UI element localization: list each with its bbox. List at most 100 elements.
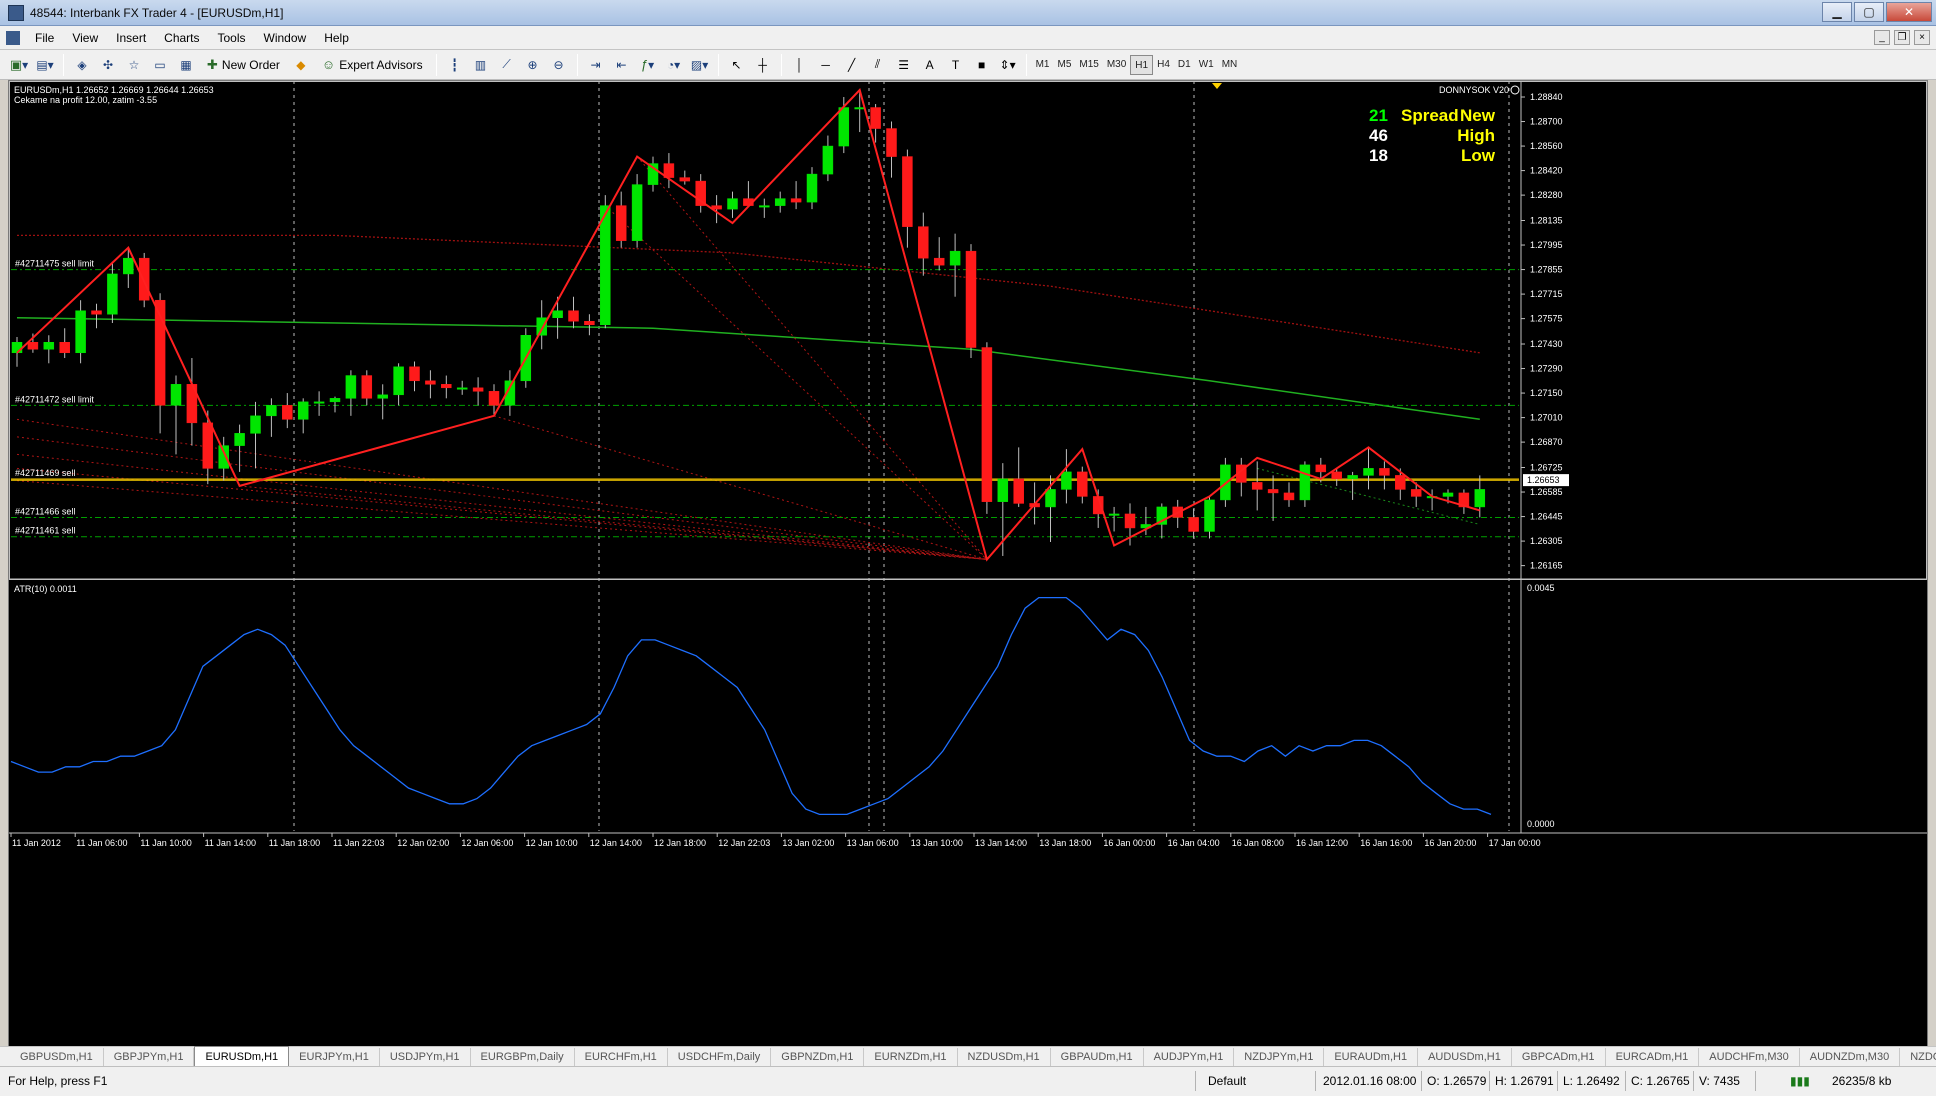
chart-tab[interactable]: GBPCADm,H1 bbox=[1512, 1048, 1606, 1066]
candle-body[interactable] bbox=[981, 347, 993, 502]
new-order-button[interactable]: ✚ New Order bbox=[201, 54, 286, 76]
candle-body[interactable] bbox=[679, 177, 691, 182]
candle-body[interactable] bbox=[854, 107, 865, 110]
candle-body[interactable] bbox=[1299, 464, 1311, 501]
candle-body[interactable] bbox=[1077, 471, 1088, 497]
candle-body[interactable] bbox=[1267, 489, 1279, 494]
candle-body[interactable] bbox=[1108, 513, 1120, 516]
candle-body[interactable] bbox=[123, 257, 134, 275]
chart-tab[interactable]: EURCHFm,H1 bbox=[575, 1048, 668, 1066]
candle-body[interactable] bbox=[107, 273, 118, 315]
candle-body[interactable] bbox=[345, 375, 357, 399]
timeframe-mn[interactable]: MN bbox=[1218, 55, 1242, 75]
chart-shift-icon[interactable]: ⇤ bbox=[611, 54, 633, 76]
candle-body[interactable] bbox=[1395, 475, 1406, 490]
candle-body[interactable] bbox=[75, 310, 86, 354]
chart-tab[interactable]: NZDJPYm,H1 bbox=[1234, 1048, 1325, 1066]
candle-body[interactable] bbox=[774, 198, 786, 206]
candle-body[interactable] bbox=[441, 384, 452, 389]
text-icon[interactable]: A bbox=[919, 54, 941, 76]
menu-tools[interactable]: Tools bbox=[209, 26, 255, 50]
chart-tab[interactable]: EURGBPm,Daily bbox=[471, 1048, 575, 1066]
market-watch-icon[interactable]: ◈ bbox=[71, 54, 93, 76]
chart-tab[interactable]: GBPUSDm,H1 bbox=[10, 1048, 104, 1066]
candle-body[interactable] bbox=[329, 398, 341, 403]
candle-body[interactable] bbox=[266, 405, 277, 417]
candle-body[interactable] bbox=[202, 422, 214, 469]
price-chart[interactable]: #42711475 sell limit #42711472 sell limit… bbox=[9, 81, 1927, 1053]
candle-body[interactable] bbox=[27, 342, 39, 350]
candle-body[interactable] bbox=[1442, 492, 1454, 497]
equidistant-channel-icon[interactable]: ⫽ bbox=[867, 54, 889, 76]
menu-charts[interactable]: Charts bbox=[155, 26, 208, 50]
candle-body[interactable] bbox=[1061, 471, 1072, 490]
candle-body[interactable] bbox=[822, 145, 834, 175]
menu-help[interactable]: Help bbox=[315, 26, 358, 50]
candle-body[interactable] bbox=[1315, 464, 1327, 473]
timeframe-d1[interactable]: D1 bbox=[1174, 55, 1195, 75]
cursor-icon[interactable]: ↖ bbox=[726, 54, 748, 76]
rectangle-icon[interactable]: ■ bbox=[971, 54, 993, 76]
chart-tab[interactable]: AUDCHFm,M30 bbox=[1699, 1048, 1800, 1066]
candle-body[interactable] bbox=[456, 387, 468, 390]
chart-window-icon[interactable] bbox=[6, 30, 20, 45]
chart-tab[interactable]: AUDJPYm,H1 bbox=[1144, 1048, 1235, 1066]
candle-body[interactable] bbox=[425, 380, 436, 385]
candle-body[interactable] bbox=[949, 250, 961, 266]
zoom-out-icon[interactable]: ⊖ bbox=[548, 54, 570, 76]
crosshair-icon[interactable]: ┼ bbox=[752, 54, 774, 76]
chart-minimize-button[interactable]: _ bbox=[1874, 30, 1890, 45]
chart-tab[interactable]: EURJPYm,H1 bbox=[289, 1048, 380, 1066]
candle-body[interactable] bbox=[631, 184, 643, 241]
menu-file[interactable]: File bbox=[26, 26, 63, 50]
candle-body[interactable] bbox=[1251, 482, 1263, 490]
timeframe-m5[interactable]: M5 bbox=[1053, 55, 1075, 75]
candle-body[interactable] bbox=[536, 317, 547, 336]
text-label-icon[interactable]: T bbox=[945, 54, 967, 76]
candle-body[interactable] bbox=[1013, 478, 1024, 504]
chart-tab[interactable]: USDCHFm,Daily bbox=[668, 1048, 772, 1066]
new-chart-icon[interactable]: ▣ ▾ bbox=[8, 54, 30, 76]
metaeditor-icon[interactable]: ◆ bbox=[290, 54, 312, 76]
fibonacci-icon[interactable]: ☰ bbox=[893, 54, 915, 76]
candle-body[interactable] bbox=[297, 401, 309, 420]
terminal-icon[interactable]: ▭ bbox=[149, 54, 171, 76]
expert-advisors-button[interactable]: ☺ Expert Advisors bbox=[316, 54, 429, 76]
menu-view[interactable]: View bbox=[63, 26, 107, 50]
candle-body[interactable] bbox=[997, 478, 1009, 502]
profiles-icon[interactable]: ▤▾ bbox=[34, 54, 56, 76]
close-button[interactable]: ✕ bbox=[1886, 2, 1932, 22]
timeframe-h1[interactable]: H1 bbox=[1130, 54, 1154, 75]
candle-body[interactable] bbox=[759, 205, 770, 208]
navigator-icon[interactable]: ☆ bbox=[123, 54, 145, 76]
candle-body[interactable] bbox=[933, 257, 945, 266]
chart-tab[interactable]: EURNZDm,H1 bbox=[864, 1048, 958, 1066]
chart-tab[interactable]: EURCADm,H1 bbox=[1606, 1048, 1700, 1066]
candle-body[interactable] bbox=[918, 226, 929, 259]
timeframe-w1[interactable]: W1 bbox=[1195, 55, 1218, 75]
candle-body[interactable] bbox=[409, 366, 420, 382]
candle-body[interactable] bbox=[138, 257, 150, 301]
candle-body[interactable] bbox=[1124, 513, 1136, 529]
bar-chart-icon[interactable]: ┇ bbox=[444, 54, 466, 76]
candle-body[interactable] bbox=[11, 342, 23, 354]
vertical-line-icon[interactable]: │ bbox=[789, 54, 811, 76]
candle-body[interactable] bbox=[488, 391, 500, 406]
candle-body[interactable] bbox=[615, 205, 627, 241]
candle-body[interactable] bbox=[1283, 492, 1295, 501]
horizontal-line-icon[interactable]: ─ bbox=[815, 54, 837, 76]
candle-body[interactable] bbox=[1363, 468, 1374, 476]
minimize-button[interactable]: ▁ bbox=[1822, 2, 1852, 22]
auto-scroll-icon[interactable]: ⇥ bbox=[585, 54, 607, 76]
chart-tab[interactable]: EURUSDm,H1 bbox=[194, 1046, 290, 1066]
chart-window[interactable]: #42711475 sell limit #42711472 sell limit… bbox=[8, 80, 1928, 1054]
chart-tab[interactable]: NZDUSDm,H1 bbox=[958, 1048, 1051, 1066]
candle-body[interactable] bbox=[1331, 471, 1342, 480]
candle-body[interactable] bbox=[1045, 489, 1056, 508]
candle-body[interactable] bbox=[313, 401, 325, 404]
candlestick-icon[interactable]: ▥ bbox=[470, 54, 492, 76]
candle-body[interactable] bbox=[234, 433, 245, 446]
chart-restore-button[interactable]: ❐ bbox=[1894, 30, 1910, 45]
timeframe-m30[interactable]: M30 bbox=[1103, 55, 1130, 75]
menu-insert[interactable]: Insert bbox=[107, 26, 155, 50]
